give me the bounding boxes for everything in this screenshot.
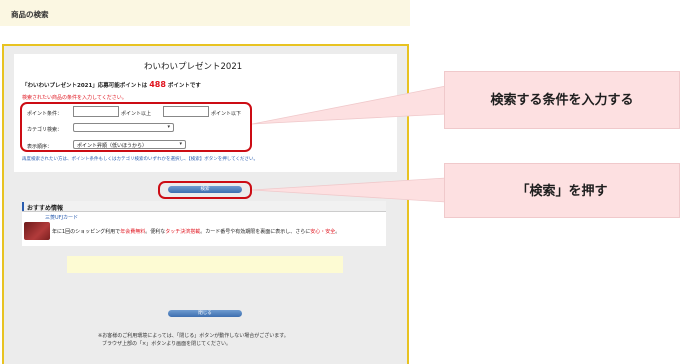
conditions-connector	[251, 85, 447, 125]
press-connector	[251, 177, 447, 203]
callout-press-search: 「検索」を押す	[444, 163, 680, 218]
callout-conditions: 検索する条件を入力する	[444, 71, 680, 129]
